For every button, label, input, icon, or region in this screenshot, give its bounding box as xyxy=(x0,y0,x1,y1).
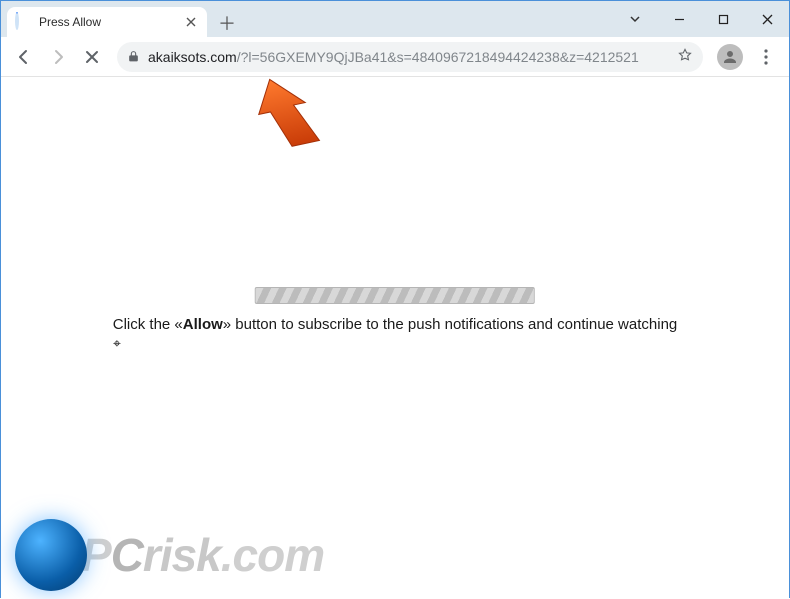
address-bar[interactable]: akaiksots.com/?l=56GXEMY9QjJBa41&s=48409… xyxy=(117,42,703,72)
bookmark-star-icon[interactable] xyxy=(677,47,693,66)
browser-menu-button[interactable] xyxy=(751,42,781,72)
browser-tab[interactable]: Press Allow xyxy=(7,7,207,37)
watermark: PCrisk.com xyxy=(15,519,324,591)
loading-spinner-icon xyxy=(15,14,31,30)
new-tab-button[interactable]: ＋ xyxy=(213,9,241,37)
watermark-text: PCrisk.com xyxy=(81,528,324,582)
close-window-button[interactable] xyxy=(745,4,789,34)
prompt-prefix: Click the « xyxy=(113,316,183,333)
cursor-icon: ⌖ xyxy=(113,335,121,352)
prompt-suffix: » button to subscribe to the push notifi… xyxy=(223,316,677,333)
window-title-bar: Press Allow ＋ xyxy=(1,1,789,37)
profile-avatar-button[interactable] xyxy=(717,44,743,70)
url-text: akaiksots.com/?l=56GXEMY9QjJBa41&s=48409… xyxy=(148,49,669,65)
fake-progress-bar xyxy=(255,287,535,304)
tab-title: Press Allow xyxy=(39,15,183,29)
prompt-text: Click the «Allow» button to subscribe to… xyxy=(113,316,678,333)
url-domain: akaiksots.com xyxy=(148,49,237,65)
window-controls xyxy=(613,1,789,37)
maximize-button[interactable] xyxy=(701,4,745,34)
forward-button[interactable] xyxy=(43,42,73,72)
center-block: Click the «Allow» button to subscribe to… xyxy=(113,287,678,333)
tab-search-button[interactable] xyxy=(613,13,657,25)
url-path: /?l=56GXEMY9QjJBa41&s=484096721849442423… xyxy=(237,49,639,65)
minimize-button[interactable] xyxy=(657,4,701,34)
browser-toolbar: akaiksots.com/?l=56GXEMY9QjJBa41&s=48409… xyxy=(1,37,789,77)
watermark-badge-icon xyxy=(15,519,87,591)
back-button[interactable] xyxy=(9,42,39,72)
stop-reload-button[interactable] xyxy=(77,42,107,72)
lock-icon xyxy=(127,50,140,63)
prompt-allow-word: Allow xyxy=(183,316,223,333)
close-tab-button[interactable] xyxy=(183,14,199,30)
